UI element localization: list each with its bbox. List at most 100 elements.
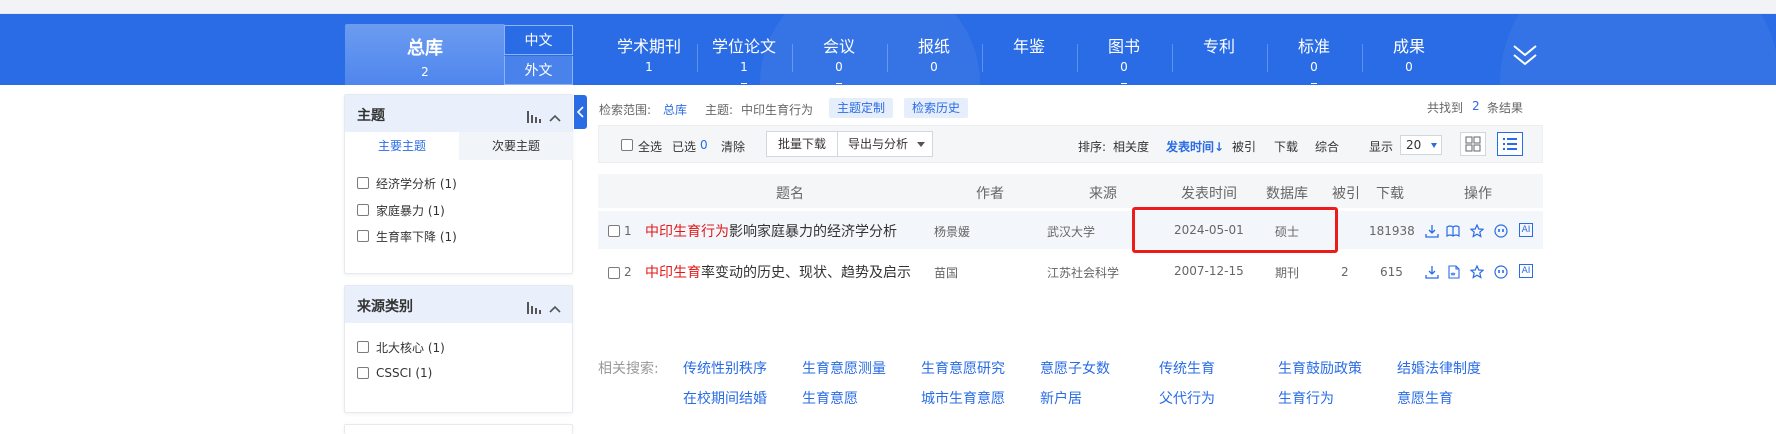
lang-foreign-button[interactable]: 外文 [504, 56, 573, 85]
author-link[interactable]: 杨景媛 [934, 223, 970, 240]
related-search-link[interactable]: 生育意愿 [802, 388, 858, 408]
ai-assistant-icon[interactable]: AI [1519, 264, 1533, 278]
sort-time-button[interactable]: 发表时间↓ [1166, 138, 1224, 155]
list-view-button[interactable] [1497, 132, 1523, 156]
sort-download-button[interactable]: 下载 [1274, 138, 1298, 155]
related-search-link[interactable]: 生育鼓励政策 [1278, 358, 1362, 378]
topic-filter-item[interactable]: 经济学分析 (1) [357, 174, 457, 192]
related-search-link[interactable]: 新户居 [1040, 388, 1082, 408]
related-search-link[interactable]: 传统生育 [1159, 358, 1215, 378]
results-toolbar: 全选 已选 0 清除 批量下载 导出与分析 排序: 相关度 发表时间↓ 被引 下… [598, 125, 1543, 163]
nav-tab-standards[interactable]: 标准 0 [1269, 33, 1359, 84]
topic-panel-title: 主题 [357, 108, 385, 124]
topic-filter-item[interactable]: 家庭暴力 (1) [357, 201, 445, 219]
nav-tab-underline [1311, 83, 1317, 84]
sort-combined-button[interactable]: 综合 [1315, 138, 1339, 155]
nav-tab-patents[interactable]: 专利 [1174, 33, 1264, 60]
bar-chart-icon[interactable] [527, 299, 541, 314]
search-history-button[interactable]: 检索历史 [904, 98, 969, 118]
row-checkbox[interactable] [608, 267, 620, 279]
nav-tab-journals[interactable]: 学术期刊 1 [604, 33, 694, 74]
nav-tab-yearbooks[interactable]: 年鉴 [984, 33, 1074, 60]
download-icon[interactable] [1425, 264, 1439, 279]
select-all-checkbox[interactable] [621, 139, 633, 151]
row-number: 1 [624, 224, 632, 238]
related-search-link[interactable]: 结婚法律制度 [1397, 358, 1481, 378]
checkbox[interactable] [357, 341, 369, 353]
checkbox[interactable] [357, 230, 369, 242]
sort-relevance-button[interactable]: 相关度 [1113, 138, 1149, 155]
nav-tab-total-count: 2 [421, 65, 429, 79]
chevron-up-icon[interactable] [549, 299, 561, 313]
bar-chart-icon[interactable] [527, 108, 541, 123]
page-size-select[interactable]: 20 [1400, 135, 1442, 155]
row-checkbox[interactable] [608, 225, 620, 237]
nav-separator [792, 44, 793, 72]
export-analysis-label: 导出与分析 [848, 137, 909, 151]
nav-tab-label: 年鉴 [1012, 37, 1045, 56]
result-count-prefix: 共找到 [1427, 101, 1464, 115]
nav-tab-newspapers[interactable]: 报纸 0 [889, 33, 979, 74]
nav-separator [887, 44, 888, 72]
title-highlight: 中印生育行为 [645, 224, 729, 240]
nav-tab-label: 学位论文 [711, 37, 776, 56]
source-filter-item[interactable]: 北大核心 (1) [357, 338, 445, 356]
checkbox[interactable] [357, 367, 369, 379]
clear-button[interactable]: 清除 [721, 138, 745, 155]
source-filter-item[interactable]: CSSCI (1) [357, 364, 432, 382]
header-date: 发表时间 [1181, 186, 1237, 202]
header-database: 数据库 [1266, 186, 1308, 202]
sort-cited-button[interactable]: 被引 [1232, 138, 1256, 155]
related-search-link[interactable]: 城市生育意愿 [921, 388, 1005, 408]
grid-view-button[interactable] [1460, 132, 1486, 156]
topic-filter-item[interactable]: 生育率下降 (1) [357, 227, 457, 245]
related-search-link[interactable]: 意愿生育 [1397, 388, 1453, 408]
related-search-link[interactable]: 生育意愿测量 [802, 358, 886, 378]
nav-separator [1267, 44, 1268, 72]
nav-tab-theses[interactable]: 学位论文 1 [699, 33, 789, 84]
nav-tab-books[interactable]: 图书 0 [1079, 33, 1169, 84]
quote-icon[interactable] [1494, 264, 1508, 279]
related-search-link[interactable]: 父代行为 [1159, 388, 1215, 408]
quote-icon[interactable] [1494, 223, 1508, 238]
html-read-icon[interactable] [1447, 264, 1461, 279]
favorite-star-icon[interactable] [1469, 223, 1485, 238]
nav-tab-underline [741, 83, 747, 84]
nav-tab-label: 专利 [1202, 37, 1235, 56]
related-search-link[interactable]: 生育意愿研究 [921, 358, 1005, 378]
author-link[interactable]: 苗国 [934, 264, 958, 281]
related-search-link[interactable]: 生育行为 [1278, 388, 1334, 408]
export-analysis-button[interactable]: 导出与分析 [837, 131, 933, 157]
read-online-icon[interactable] [1446, 223, 1460, 238]
scope-value[interactable]: 总库 [663, 101, 687, 118]
source-link[interactable]: 江苏社会科学 [1047, 264, 1119, 281]
tab-sub-topic[interactable]: 次要主题 [459, 132, 573, 160]
tab-main-topic[interactable]: 主要主题 [345, 132, 459, 160]
header-downloads: 下载 [1376, 186, 1404, 202]
checkbox[interactable] [357, 204, 369, 216]
favorite-star-icon[interactable] [1469, 264, 1485, 279]
related-search-link[interactable]: 传统性别秩序 [683, 358, 767, 378]
collapse-sidebar-button[interactable] [574, 95, 587, 129]
select-all-label[interactable]: 全选 [638, 138, 662, 155]
result-title-link[interactable]: 中印生育率变动的历史、现状、趋势及启示 [645, 262, 911, 282]
related-search-link[interactable]: 在校期间结婚 [683, 388, 767, 408]
related-search-link[interactable]: 意愿子女数 [1040, 358, 1110, 378]
source-link[interactable]: 武汉大学 [1047, 223, 1095, 240]
checkbox[interactable] [357, 177, 369, 189]
topic-panel-header: 主题 [345, 95, 572, 132]
database-nav-bar: 总库 2 中文 外文 学术期刊 1 学位论文 1 会议 0 报纸 0 年鉴 图书… [0, 14, 1776, 85]
nav-separator [697, 44, 698, 72]
result-title-link[interactable]: 中印生育行为影响家庭暴力的经济学分析 [645, 221, 897, 241]
lang-chinese-button[interactable]: 中文 [504, 25, 573, 55]
nav-tab-achievements[interactable]: 成果 0 [1364, 33, 1454, 74]
nav-tab-conferences[interactable]: 会议 0 [794, 33, 884, 84]
download-icon[interactable] [1425, 223, 1439, 238]
batch-download-button[interactable]: 批量下载 [766, 131, 838, 157]
expand-more-icon[interactable] [1510, 38, 1540, 74]
ai-assistant-icon[interactable]: AI [1519, 223, 1533, 237]
chevron-up-icon[interactable] [549, 108, 561, 122]
nav-tab-count: 0 [1120, 60, 1128, 74]
topic-custom-button[interactable]: 主题定制 [829, 98, 894, 118]
nav-tab-total[interactable]: 总库 2 [345, 24, 505, 85]
